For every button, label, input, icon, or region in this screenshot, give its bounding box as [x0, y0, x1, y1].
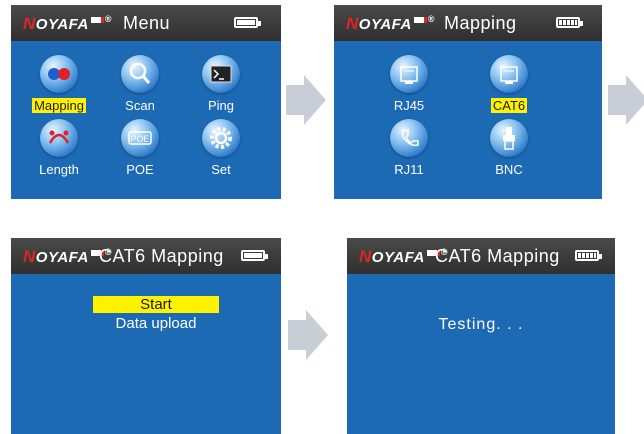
arrow-right-icon	[288, 310, 328, 360]
brand-logo: NOYAFA ®	[346, 14, 435, 33]
menu-label: POE	[126, 162, 154, 177]
svg-text:POE: POE	[130, 134, 149, 144]
cat6-port-icon	[490, 55, 528, 93]
data-upload-option[interactable]: Data upload	[93, 315, 219, 332]
titlebar: NOYAFA ® CAT6 Mapping	[347, 238, 615, 274]
screen-title: Mapping	[444, 13, 517, 33]
poe-icon: POE	[121, 119, 159, 157]
battery-icon	[234, 17, 261, 28]
brand-logo: NOYAFA ®	[359, 247, 448, 266]
menu-item-mapping[interactable]: Mapping	[19, 55, 99, 115]
arrow-right-icon	[286, 75, 326, 125]
menu-item-poe[interactable]: POE POE	[100, 119, 180, 179]
menu-item-rj11[interactable]: RJ11	[369, 119, 449, 179]
menu-label: RJ45	[393, 98, 425, 113]
mapping-screen: NOYAFA ® Mapping RJ45 CAT6 RJ11 BNC	[334, 5, 602, 199]
mapping-icon	[40, 55, 78, 93]
titlebar: NOYAFA ® Menu	[11, 5, 281, 41]
titlebar: NOYAFA ® Mapping	[334, 5, 602, 41]
screen-title: CAT6 Mapping	[435, 246, 560, 266]
cat6-mapping-screen: NOYAFA ® CAT6 Mapping Start Data upload	[11, 238, 281, 434]
menu-item-bnc[interactable]: BNC	[469, 119, 549, 179]
menu-label: Ping	[207, 98, 235, 113]
rj45-port-icon	[390, 55, 428, 93]
length-icon	[40, 119, 78, 157]
bnc-connector-icon	[490, 119, 528, 157]
battery-icon	[556, 17, 583, 28]
battery-icon	[575, 250, 602, 261]
menu-label: CAT6	[490, 98, 528, 113]
screen-title: CAT6 Mapping	[99, 246, 224, 266]
testing-status: Testing. . .	[438, 316, 524, 333]
menu-item-scan[interactable]: Scan	[100, 55, 180, 115]
screen-title: Menu	[123, 13, 171, 33]
menu-label: Set	[211, 162, 231, 177]
menu-item-set[interactable]: Set	[181, 119, 261, 179]
battery-icon	[241, 250, 268, 261]
terminal-icon	[202, 55, 240, 93]
brand-logo: NOYAFA ®	[23, 14, 112, 33]
menu-item-cat6[interactable]: CAT6	[469, 55, 549, 115]
menu-label: BNC	[495, 162, 523, 177]
menu-label: RJ11	[394, 162, 424, 177]
start-option[interactable]: Start	[93, 296, 219, 313]
phone-icon	[390, 119, 428, 157]
arrow-right-icon	[608, 75, 644, 125]
menu-item-length[interactable]: Length	[19, 119, 99, 179]
titlebar: NOYAFA ® CAT6 Mapping	[11, 238, 281, 274]
menu-label: Scan	[125, 98, 155, 113]
menu-item-ping[interactable]: Ping	[181, 55, 261, 115]
menu-item-rj45[interactable]: RJ45	[369, 55, 449, 115]
brand-logo: NOYAFA ®	[23, 247, 112, 266]
magnifier-icon	[121, 55, 159, 93]
menu-label: Mapping	[32, 98, 86, 113]
testing-screen: NOYAFA ® CAT6 Mapping Testing. . .	[347, 238, 615, 434]
menu-screen: NOYAFA ® Menu Mapping Scan Ping Length PO…	[11, 5, 281, 199]
menu-label: Length	[39, 162, 79, 177]
gear-icon	[202, 119, 240, 157]
